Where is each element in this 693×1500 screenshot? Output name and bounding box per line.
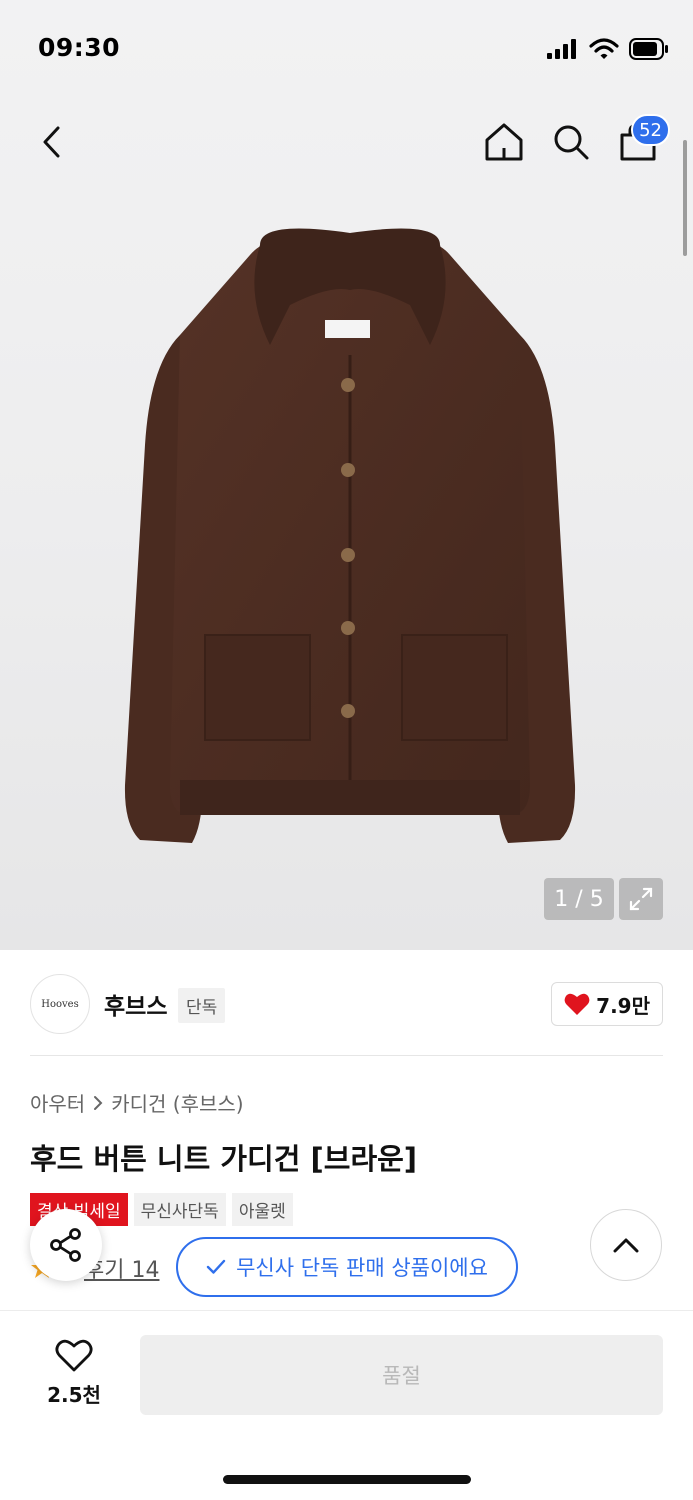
back-button[interactable] bbox=[24, 100, 80, 184]
wishlist-count: 2.5천 bbox=[47, 1383, 101, 1407]
product-title: 후드 버튼 니트 가디건 [브라운] bbox=[30, 1142, 418, 1176]
product-photo-cardigan bbox=[124, 228, 576, 843]
chevron-up-icon bbox=[613, 1238, 639, 1253]
expand-image-button[interactable] bbox=[619, 878, 663, 920]
brand-like-count: 7.9만 bbox=[596, 993, 650, 1018]
breadcrumb-subcategory[interactable]: 카디건 (후브스) bbox=[111, 1088, 243, 1117]
home-indicator bbox=[223, 1475, 471, 1484]
exclusive-toast[interactable]: 무신사 단독 판매 상품이에요 bbox=[176, 1237, 518, 1297]
heart-filled-icon bbox=[564, 993, 590, 1015]
tag-outlet: 아울렛 bbox=[231, 1193, 293, 1226]
search-button[interactable] bbox=[543, 100, 599, 184]
wishlist-button[interactable]: 2.5천 bbox=[30, 1339, 118, 1419]
battery-icon bbox=[629, 38, 668, 60]
brand-name[interactable]: 후브스 bbox=[104, 987, 167, 1021]
breadcrumb-category[interactable]: 아우터 bbox=[30, 1088, 85, 1117]
brand-like-button[interactable]: 7.9만 bbox=[551, 982, 663, 1026]
expand-icon bbox=[629, 887, 653, 911]
home-icon bbox=[485, 123, 523, 161]
breadcrumb: 아우터 카디건 (후브스) bbox=[30, 1088, 244, 1117]
image-page-counter: 1 / 5 bbox=[544, 878, 614, 920]
share-icon bbox=[50, 1228, 81, 1262]
cart-button[interactable]: 52 bbox=[610, 100, 670, 184]
top-navigation: 52 bbox=[0, 100, 693, 184]
heart-outline-icon bbox=[55, 1339, 93, 1372]
cart-count-badge: 52 bbox=[631, 114, 670, 146]
search-icon bbox=[554, 125, 589, 160]
wifi-icon bbox=[589, 38, 619, 59]
signal-icon bbox=[547, 39, 576, 59]
scroll-indicator[interactable] bbox=[683, 140, 687, 256]
tag-exclusive: 무신사단독 bbox=[133, 1193, 226, 1226]
share-button[interactable] bbox=[30, 1209, 102, 1281]
status-icons bbox=[547, 38, 669, 60]
chevron-right-icon bbox=[94, 1095, 103, 1110]
chevron-left-icon bbox=[43, 126, 60, 158]
scroll-to-top-button[interactable] bbox=[590, 1209, 662, 1281]
brand-exclusive-tag: 단독 bbox=[178, 988, 226, 1023]
brand-logo[interactable]: Hooves bbox=[30, 974, 90, 1034]
soldout-button[interactable]: 품절 bbox=[140, 1335, 663, 1415]
exclusive-toast-text: 무신사 단독 판매 상품이에요 bbox=[236, 1256, 488, 1280]
check-icon bbox=[206, 1259, 226, 1274]
divider bbox=[30, 1055, 663, 1056]
brand-row: Hooves 후브스 단독 7.9만 bbox=[30, 974, 663, 1034]
status-bar: 09:30 bbox=[0, 0, 693, 100]
status-time: 09:30 bbox=[38, 33, 121, 62]
bottom-action-bar: 2.5천 품절 bbox=[0, 1310, 693, 1500]
home-button[interactable] bbox=[476, 100, 532, 184]
